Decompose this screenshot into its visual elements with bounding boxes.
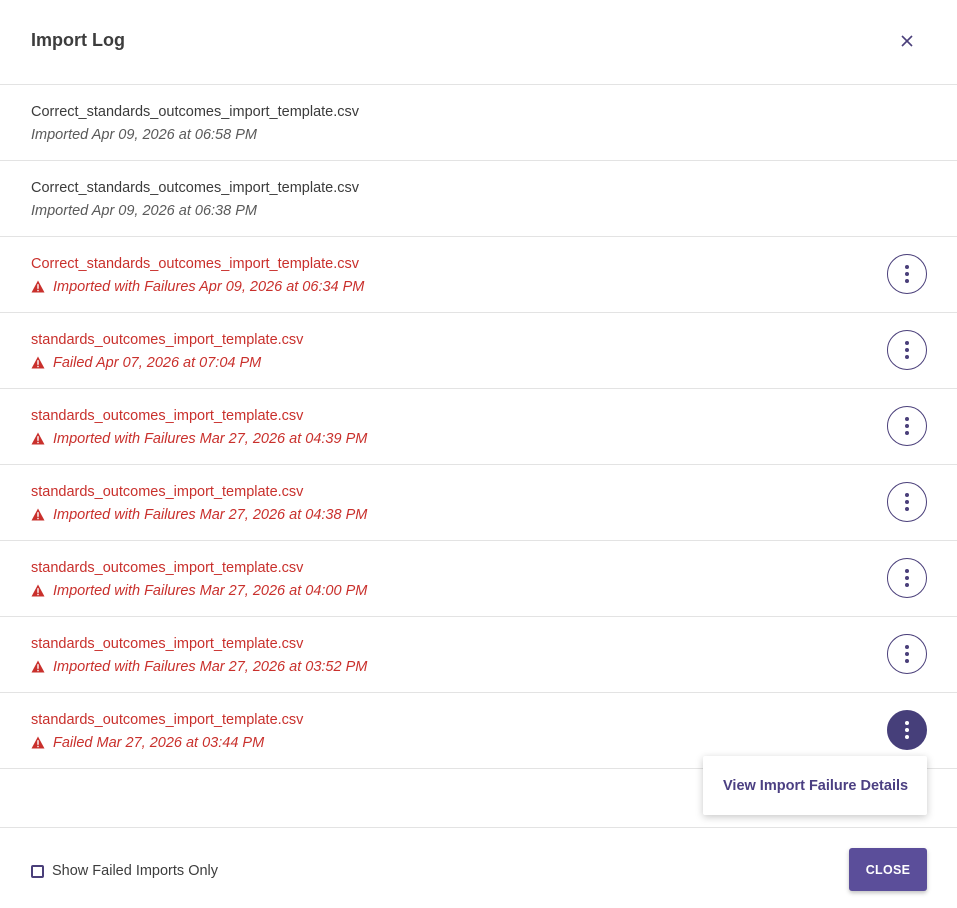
import-status-line: Imported with Failures Apr 09, 2026 at 0… — [31, 279, 364, 295]
more-vertical-icon-dot — [905, 659, 909, 663]
more-vertical-icon-dot — [905, 735, 909, 739]
import-log-row: standards_outcomes_import_template.csv Fa… — [0, 313, 957, 389]
more-actions-button[interactable] — [887, 558, 927, 598]
warning-triangle-icon — [31, 280, 45, 293]
more-vertical-icon-dot — [905, 341, 909, 345]
more-vertical-icon-dot — [905, 279, 909, 283]
import-log-row: standards_outcomes_import_template.csv Im… — [0, 617, 957, 693]
more-vertical-icon-dot — [905, 431, 909, 435]
import-status-text: Failed Mar 27, 2026 at 03:44 PM — [53, 735, 265, 751]
more-actions-button[interactable] — [887, 254, 927, 294]
row-actions-menu: View Import Failure Details — [703, 756, 927, 815]
more-vertical-icon-dot — [905, 569, 909, 573]
more-actions-button[interactable] — [887, 634, 927, 674]
import-filename: Correct_standards_outcomes_import_templa… — [31, 180, 360, 196]
warning-triangle-icon — [31, 660, 45, 673]
more-vertical-icon-dot — [905, 652, 909, 656]
import-filename: Correct_standards_outcomes_import_templa… — [31, 104, 360, 120]
import-status-text: Imported Apr 09, 2026 at 06:38 PM — [31, 203, 257, 219]
import-status-text: Imported Apr 09, 2026 at 06:58 PM — [31, 127, 257, 143]
modal-title: Import Log — [31, 30, 125, 50]
import-filename: Correct_standards_outcomes_import_templa… — [31, 256, 360, 272]
more-vertical-icon-dot — [905, 576, 909, 580]
more-vertical-icon-dot — [905, 424, 909, 428]
more-vertical-icon-dot — [905, 272, 909, 276]
show-failed-only-toggle[interactable]: Show Failed Imports Only — [31, 863, 218, 879]
import-status-text: Imported with Failures Mar 27, 2026 at 0… — [53, 583, 368, 599]
import-filename: standards_outcomes_import_template.csv — [31, 484, 304, 500]
import-status-text: Imported with Failures Mar 27, 2026 at 0… — [53, 431, 368, 447]
import-log-row: Correct_standards_outcomes_import_templa… — [0, 161, 957, 237]
more-vertical-icon-dot — [905, 721, 909, 725]
more-vertical-icon-dot — [905, 507, 909, 511]
warning-triangle-icon — [31, 432, 45, 445]
import-status-line: Failed Mar 27, 2026 at 03:44 PM — [31, 735, 264, 751]
import-status-line: Imported with Failures Mar 27, 2026 at 0… — [31, 659, 367, 675]
import-filename: standards_outcomes_import_template.csv — [31, 332, 304, 348]
more-vertical-icon-dot — [905, 500, 909, 504]
close-button[interactable]: CLOSE — [849, 848, 927, 891]
warning-triangle-icon — [31, 736, 45, 749]
import-log-modal: Import Log Correct_standards_outcomes_im… — [0, 0, 957, 908]
more-actions-button[interactable] — [887, 710, 927, 750]
import-status-line: Failed Apr 07, 2026 at 07:04 PM — [31, 355, 261, 371]
import-log-row: standards_outcomes_import_template.csv Im… — [0, 465, 957, 541]
warning-triangle-icon — [31, 508, 45, 521]
more-vertical-icon-dot — [905, 355, 909, 359]
more-vertical-icon-dot — [905, 728, 909, 732]
more-vertical-icon-dot — [905, 645, 909, 649]
more-actions-button[interactable] — [887, 406, 927, 446]
import-status-text: Imported with Failures Apr 09, 2026 at 0… — [53, 279, 365, 295]
more-actions-button[interactable] — [887, 482, 927, 522]
import-filename: standards_outcomes_import_template.csv — [31, 712, 304, 728]
import-status-line: Imported with Failures Mar 27, 2026 at 0… — [31, 507, 367, 523]
more-vertical-icon-dot — [905, 493, 909, 497]
import-log-row: Correct_standards_outcomes_import_templa… — [0, 237, 957, 313]
import-log-row: Correct_standards_outcomes_import_templa… — [0, 85, 957, 161]
import-filename: standards_outcomes_import_template.csv — [31, 636, 304, 652]
import-status-text: Imported with Failures Mar 27, 2026 at 0… — [53, 507, 368, 523]
warning-triangle-icon — [31, 584, 45, 597]
import-status-text: Failed Apr 07, 2026 at 07:04 PM — [53, 355, 262, 371]
more-actions-button[interactable] — [887, 330, 927, 370]
import-log-row: standards_outcomes_import_template.csv Im… — [0, 541, 957, 617]
import-log-row: standards_outcomes_import_template.csv Im… — [0, 389, 957, 465]
more-vertical-icon-dot — [905, 417, 909, 421]
show-failed-only-checkbox[interactable] — [31, 864, 44, 878]
close-icon[interactable] — [896, 30, 918, 52]
import-filename: standards_outcomes_import_template.csv — [31, 560, 304, 576]
more-vertical-icon-dot — [905, 348, 909, 352]
import-status-line: Imported with Failures Mar 27, 2026 at 0… — [31, 431, 367, 447]
show-failed-only-label: Show Failed Imports Only — [52, 863, 219, 879]
import-list: Correct_standards_outcomes_import_templa… — [0, 85, 957, 769]
import-status-line: Imported Apr 09, 2026 at 06:58 PM — [31, 127, 257, 143]
more-vertical-icon-dot — [905, 583, 909, 587]
modal-footer: Show Failed Imports Only CLOSE — [0, 827, 957, 908]
import-status-line: Imported with Failures Mar 27, 2026 at 0… — [31, 583, 367, 599]
view-import-failure-details-menu-item[interactable]: View Import Failure Details — [703, 778, 908, 794]
more-vertical-icon-dot — [905, 265, 909, 269]
modal-header: Import Log — [0, 0, 957, 85]
import-filename: standards_outcomes_import_template.csv — [31, 408, 304, 424]
import-status-text: Imported with Failures Mar 27, 2026 at 0… — [53, 659, 368, 675]
import-status-line: Imported Apr 09, 2026 at 06:38 PM — [31, 203, 257, 219]
warning-triangle-icon — [31, 356, 45, 369]
